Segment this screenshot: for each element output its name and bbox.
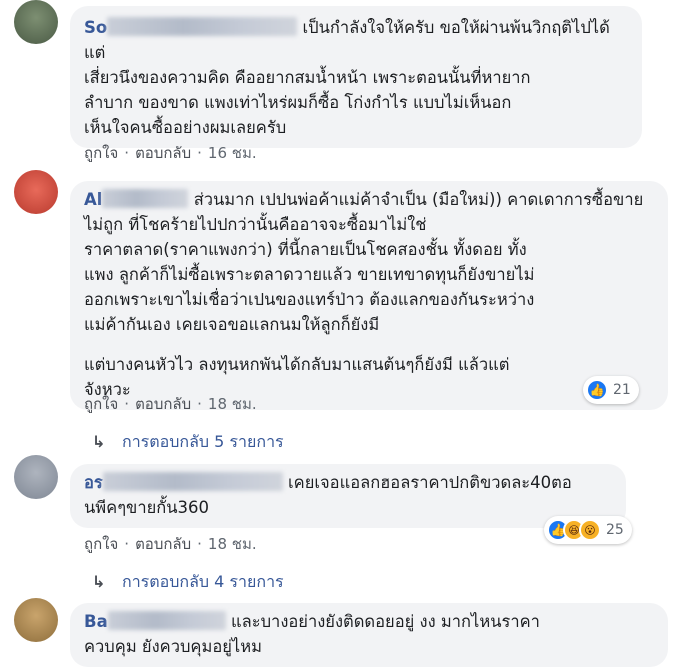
comment-author[interactable]: อร: [84, 473, 103, 492]
comment-author[interactable]: Ba: [84, 612, 108, 631]
like-link[interactable]: ถูกใจ: [84, 395, 118, 413]
separator: ·: [197, 395, 202, 413]
comment-bubble: Ba และบางอย่างยังติดดอยอยู่ งง มากไหนราค…: [70, 603, 668, 667]
comment-paragraph: เสี่ยวนึงของความคิด คืออยากสมน้ำหน้า เพร…: [84, 68, 531, 137]
like-reaction-icon: 👍: [586, 379, 608, 401]
comment-actions: ถูกใจ · ตอบกลับ · 18 ชม.: [84, 532, 257, 556]
like-link[interactable]: ถูกใจ: [84, 144, 118, 162]
comment-actions: ถูกใจ · ตอบกลับ · 18 ชม.: [84, 392, 257, 416]
reply-arrow-icon: ↳: [92, 572, 106, 591]
comment-bubble: อร เคยเจอแอลกฮอลราคาปกติขวดละ40ตอนพีคๆขา…: [70, 464, 626, 528]
comment-bubble: Al ส่วนมาก เปปนพ่อค้าแม่ค้าจำเป็น (มือให…: [70, 181, 668, 410]
separator: ·: [124, 535, 130, 553]
reply-link[interactable]: ตอบกลับ: [135, 144, 191, 162]
comment-text: อร เคยเจอแอลกฮอลราคาปกติขวดละ40ตอนพีคๆขา…: [84, 470, 612, 520]
avatar[interactable]: [14, 455, 58, 499]
avatar[interactable]: [14, 170, 58, 214]
comment-actions: ถูกใจ · ตอบกลับ · 16 ชม.: [84, 141, 257, 165]
avatar[interactable]: [14, 598, 58, 642]
blurred-name: [107, 17, 298, 36]
reply-link[interactable]: ตอบกลับ: [135, 535, 191, 553]
avatar[interactable]: [14, 0, 58, 44]
comment-text: So เป็นกำลังใจให้ครับ ขอให้ผ่านพ้นวิกฤติ…: [84, 17, 610, 62]
wow-reaction-icon: 😮: [579, 519, 601, 541]
comment-bubble: So เป็นกำลังใจให้ครับ ขอให้ผ่านพ้นวิกฤติ…: [70, 6, 642, 148]
comment-author[interactable]: So: [84, 18, 107, 37]
reply-link[interactable]: ตอบกลับ: [135, 395, 191, 413]
blurred-name: [102, 472, 283, 491]
reaction-count: 25: [606, 522, 624, 538]
separator: ·: [197, 144, 202, 162]
comment-author[interactable]: Al: [84, 190, 102, 209]
view-replies-link[interactable]: ↳ การตอบกลับ 5 รายการ: [92, 430, 284, 455]
replies-label[interactable]: การตอบกลับ 5 รายการ: [122, 432, 284, 451]
replies-label[interactable]: การตอบกลับ 4 รายการ: [122, 572, 284, 591]
blurred-name: [102, 189, 189, 208]
blurred-name: [107, 611, 226, 630]
reaction-summary[interactable]: 👍 21: [583, 376, 639, 404]
timestamp[interactable]: 16 ชม.: [208, 144, 257, 162]
timestamp[interactable]: 18 ชม.: [208, 535, 257, 553]
view-replies-link[interactable]: ↳ การตอบกลับ 4 รายการ: [92, 570, 284, 595]
comment-text: Al ส่วนมาก เปปนพ่อค้าแม่ค้าจำเป็น (มือให…: [84, 187, 654, 337]
like-link[interactable]: ถูกใจ: [84, 535, 118, 553]
reaction-summary[interactable]: 👍 😆 😮 25: [544, 516, 632, 544]
reply-arrow-icon: ↳: [92, 432, 106, 451]
comment-text: Ba และบางอย่างยังติดดอยอยู่ งง มากไหนราค…: [84, 609, 654, 659]
separator: ·: [124, 144, 130, 162]
separator: ·: [124, 395, 130, 413]
comment-paragraph: ส่วนมาก เปปนพ่อค้าแม่ค้าจำเป็น (มือใหม่)…: [84, 190, 644, 334]
separator: ·: [197, 535, 202, 553]
reaction-count: 21: [613, 382, 631, 398]
timestamp[interactable]: 18 ชม.: [208, 395, 257, 413]
